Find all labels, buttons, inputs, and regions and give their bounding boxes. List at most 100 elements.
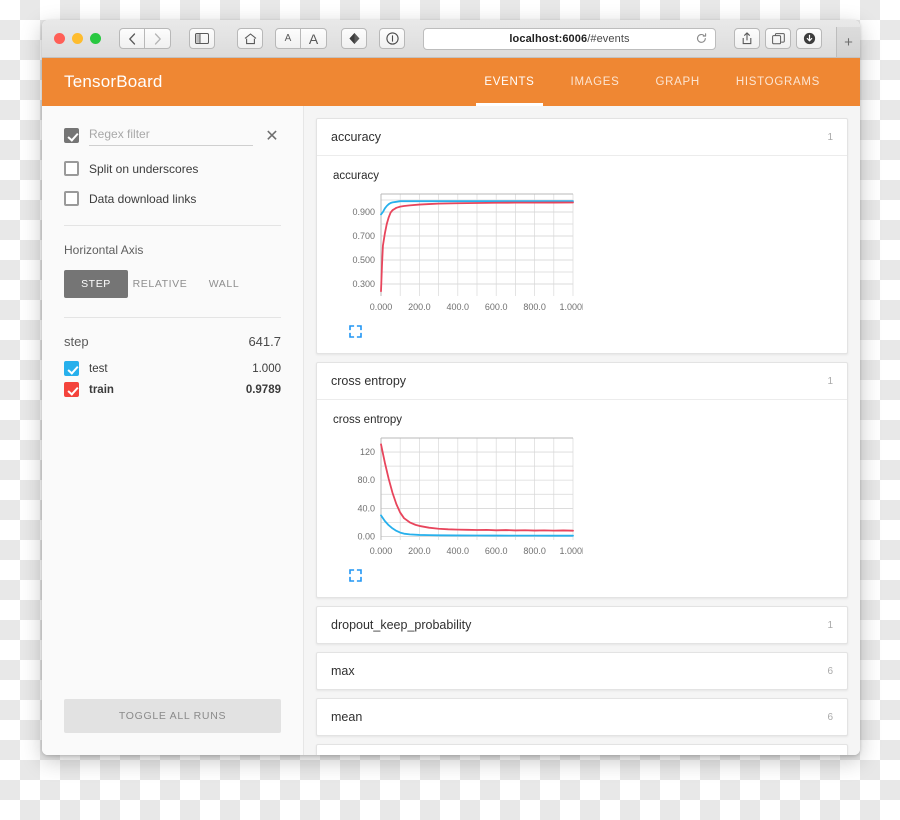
section-header-accuracy[interactable]: accuracy 1 [317,119,847,156]
axis-button-step[interactable]: STEP [64,270,128,298]
data-download-links-label: Data download links [89,191,197,206]
maximize-window-button[interactable] [90,33,101,44]
app-body: ✕ Split on underscores Data download lin… [42,106,860,755]
svg-text:0.500: 0.500 [352,255,375,265]
svg-text:1.000k: 1.000k [559,546,583,556]
section-title-mean: mean [331,710,363,724]
decrease-text-size-button[interactable]: A [275,28,301,49]
svg-text:600.0: 600.0 [485,546,508,556]
svg-text:1.000k: 1.000k [559,302,583,312]
run-value-test: 1.000 [252,362,281,375]
step-value: 641.7 [248,334,281,349]
regex-filter-checkbox[interactable] [64,128,79,143]
axis-button-wall[interactable]: WALL [192,270,256,298]
new-tab-button[interactable]: + [836,27,860,57]
section-count-dropout-keep-probability: 1 [827,619,833,631]
run-item-train[interactable]: train 0.9789 [64,379,281,400]
browser-toolbar: A A localhost:6006/#events + [42,20,860,58]
url-path: /#events [587,32,630,45]
close-icon[interactable]: ✕ [263,127,281,145]
tab-images[interactable]: IMAGES [553,58,638,106]
chart-container-accuracy: accuracy 0.300 0.500 0.700 0.900 0.000 200.0 4… [317,156,847,353]
section-count-cross-entropy: 1 [827,375,833,387]
section-card-max[interactable]: max 6 [316,652,848,690]
show-all-tabs-icon[interactable] [765,28,791,49]
sidebar-toggle-icon[interactable] [189,28,215,49]
option-data-download-links[interactable]: Data download links [64,191,281,206]
app-tabs: EVENTS IMAGES GRAPH HISTOGRAMS [466,58,838,106]
expand-chart-icon-cross-entropy[interactable] [349,569,831,587]
svg-text:120: 120 [360,447,375,457]
section-header-max[interactable]: max 6 [317,653,847,689]
toggle-all-runs-button[interactable]: TOGGLE ALL RUNS [64,699,281,733]
svg-text:0.700: 0.700 [352,231,375,241]
sidebar-divider-1 [64,225,281,226]
chart-accuracy[interactable]: 0.300 0.500 0.700 0.900 0.000 200.0 400.0 600.0… [333,188,583,323]
axis-button-relative[interactable]: RELATIVE [128,270,192,298]
tab-histograms[interactable]: HISTOGRAMS [718,58,838,106]
browser-right-tools [734,28,822,49]
tensorboard-app: TensorBoard EVENTS IMAGES GRAPH HISTOGRA… [42,58,860,755]
regex-filter-row: ✕ [64,125,281,146]
forward-icon[interactable] [145,28,171,49]
close-window-button[interactable] [54,33,65,44]
back-icon[interactable] [119,28,145,49]
section-card-dropout-keep-probability[interactable]: dropout_keep_probability 1 [316,606,848,644]
section-header-dropout-keep-probability[interactable]: dropout_keep_probability 1 [317,607,847,643]
reload-icon[interactable] [696,33,707,44]
section-count-mean: 6 [827,711,833,723]
section-card-accuracy: accuracy 1 accuracy 0.300 0.500 0.700 0.900… [316,118,848,354]
chart-cross-entropy[interactable]: 0.00 40.0 80.0 120 0.000 200.0 400.0 600.0 800.0… [333,432,583,567]
text-size-buttons: A A [275,28,327,49]
section-card-min[interactable]: min 6 [316,744,848,755]
downloads-icon[interactable] [796,28,822,49]
svg-text:400.0: 400.0 [447,302,470,312]
sidebar-divider-2 [64,317,281,318]
data-download-links-checkbox[interactable] [64,191,79,206]
section-count-accuracy: 1 [827,131,833,143]
regex-filter-input[interactable] [89,125,253,146]
tab-graph[interactable]: GRAPH [637,58,717,106]
reader-view-icon[interactable] [341,28,367,49]
split-on-underscores-checkbox[interactable] [64,161,79,176]
run-item-test[interactable]: test 1.000 [64,358,281,379]
runs-list: step 641.7 test 1.000 train 0.9789 [64,334,281,400]
expand-chart-icon-accuracy[interactable] [349,325,831,343]
section-title-dropout-keep-probability: dropout_keep_probability [331,618,472,632]
svg-text:800.0: 800.0 [523,546,546,556]
run-checkbox-train[interactable] [64,382,79,397]
share-icon[interactable] [734,28,760,49]
app-logo: TensorBoard [64,72,163,91]
minimize-window-button[interactable] [72,33,83,44]
tab-events[interactable]: EVENTS [466,58,552,106]
svg-text:0.000: 0.000 [370,546,393,556]
svg-text:0.00: 0.00 [357,531,375,541]
url-text: localhost:6006/#events [509,33,629,45]
section-count-max: 6 [827,665,833,677]
run-value-train: 0.9789 [245,383,281,396]
horizontal-axis-toggle-group: STEP RELATIVE WALL [64,270,281,298]
svg-text:0.900: 0.900 [352,207,375,217]
run-name-train: train [89,383,114,396]
section-header-cross-entropy[interactable]: cross entropy 1 [317,363,847,400]
svg-text:200.0: 200.0 [408,302,431,312]
section-header-mean[interactable]: mean 6 [317,699,847,735]
run-checkbox-test[interactable] [64,361,79,376]
address-bar[interactable]: localhost:6006/#events [423,27,716,50]
section-header-min[interactable]: min 6 [317,745,847,755]
svg-text:400.0: 400.0 [447,546,470,556]
info-icon[interactable] [379,28,405,49]
section-title-max: max [331,664,355,678]
option-split-on-underscores[interactable]: Split on underscores [64,161,281,176]
run-name-test: test [89,362,108,375]
url-host: localhost:6006 [509,32,588,45]
section-card-mean[interactable]: mean 6 [316,698,848,736]
svg-text:800.0: 800.0 [523,302,546,312]
section-title-cross-entropy: cross entropy [331,374,407,388]
increase-text-size-button[interactable]: A [301,28,327,49]
section-title-accuracy: accuracy [331,130,382,144]
home-icon[interactable] [237,28,263,49]
runs-header: step 641.7 [64,334,281,349]
sidebar: ✕ Split on underscores Data download lin… [42,106,304,755]
section-card-cross-entropy: cross entropy 1 cross entropy 0.00 40.0 80… [316,362,848,598]
